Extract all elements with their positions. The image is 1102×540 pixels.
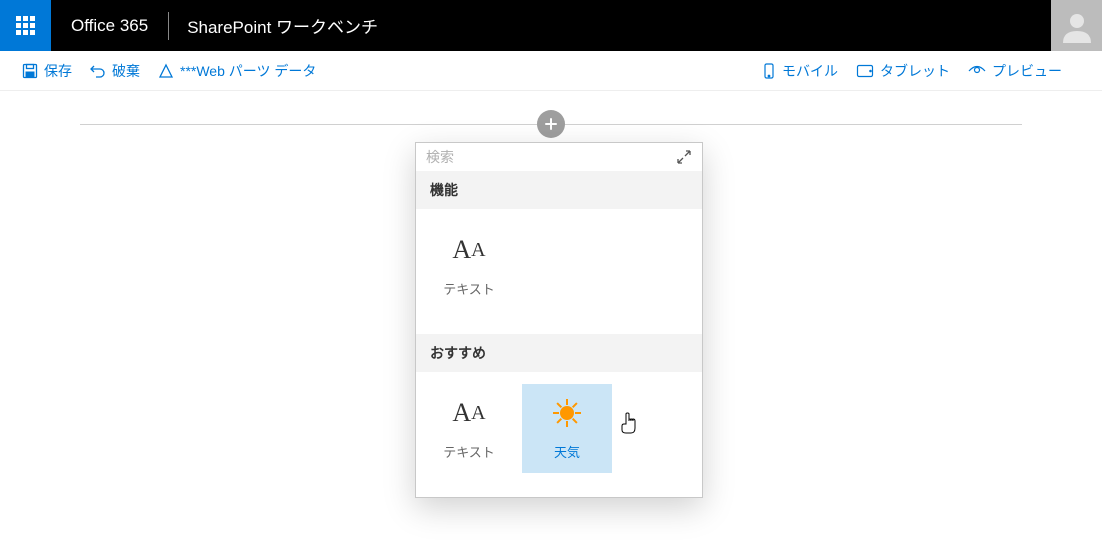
picker-search-row	[416, 143, 702, 171]
tablet-view-button[interactable]: タブレット	[856, 61, 950, 81]
webpart-picker: 機能 AA テキスト おすすめ AA テキスト	[415, 142, 703, 498]
text-icon: AA	[424, 394, 514, 432]
canvas	[0, 91, 1102, 139]
save-icon	[22, 63, 38, 79]
picker-section-recommended: おすすめ	[416, 334, 702, 372]
discard-button[interactable]: 破棄	[90, 61, 140, 81]
preview-button[interactable]: プレビュー	[968, 61, 1062, 81]
user-avatar-button[interactable]	[1051, 0, 1102, 51]
webpart-data-label: ***Web パーツ データ	[180, 61, 316, 81]
picker-item-text-recommended[interactable]: AA テキスト	[424, 384, 514, 473]
add-section-row	[80, 109, 1022, 139]
tablet-label: タブレット	[880, 61, 950, 81]
picker-item-label: 天気	[522, 442, 612, 461]
triangle-icon	[158, 63, 174, 79]
expand-icon[interactable]	[676, 149, 692, 165]
page-title: SharePoint ワークベンチ	[169, 13, 396, 38]
section-line-left	[80, 124, 537, 125]
section-line-right	[565, 124, 1022, 125]
search-input[interactable]	[426, 149, 668, 165]
picker-item-weather[interactable]: 天気	[522, 384, 612, 473]
eye-icon	[968, 63, 986, 79]
person-icon	[1060, 9, 1094, 43]
global-header: Office 365 SharePoint ワークベンチ	[0, 0, 1102, 51]
weather-icon	[522, 394, 612, 432]
save-button[interactable]: 保存	[22, 61, 72, 81]
picker-items-features: AA テキスト	[416, 209, 702, 334]
preview-label: プレビュー	[992, 61, 1062, 81]
plus-icon	[544, 117, 558, 131]
phone-icon	[762, 63, 776, 79]
text-icon: AA	[424, 231, 514, 269]
command-bar: 保存 破棄 ***Web パーツ データ モバイル タブレット プレ	[0, 51, 1102, 91]
undo-icon	[90, 63, 106, 79]
picker-item-label: テキスト	[424, 442, 514, 461]
mobile-view-button[interactable]: モバイル	[762, 61, 838, 81]
webpart-data-button[interactable]: ***Web パーツ データ	[158, 61, 316, 81]
picker-section-features: 機能	[416, 171, 702, 209]
app-launcher-button[interactable]	[0, 0, 51, 51]
picker-items-recommended: AA テキスト 天気	[416, 372, 702, 497]
picker-item-label: テキスト	[424, 279, 514, 298]
save-label: 保存	[44, 61, 72, 81]
brand-label[interactable]: Office 365	[51, 16, 168, 36]
mobile-label: モバイル	[782, 61, 838, 81]
picker-item-text[interactable]: AA テキスト	[424, 221, 514, 310]
waffle-icon	[16, 16, 35, 35]
add-webpart-button[interactable]	[537, 110, 565, 138]
tablet-icon	[856, 63, 874, 79]
discard-label: 破棄	[112, 61, 140, 81]
